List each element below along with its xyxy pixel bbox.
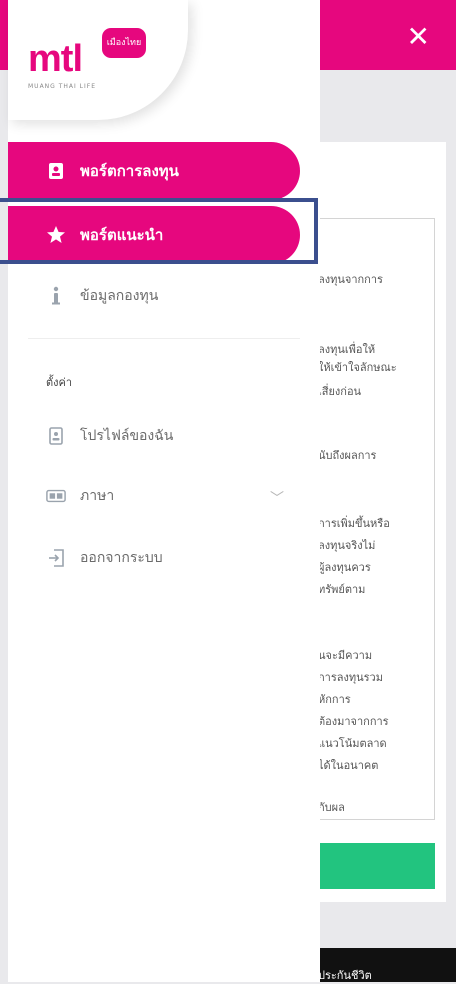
background-text-line: ลงทุนจริงไม่ — [318, 539, 376, 552]
background-text-line: หักการ — [318, 693, 351, 706]
menu-item-investment-port[interactable]: พอร์ตการลงทุน — [8, 142, 300, 200]
close-icon[interactable]: ✕ — [407, 20, 430, 54]
menu-item-label: ออกจากระบบ — [80, 550, 163, 566]
background-text-line: ลงทุนจากการ — [318, 273, 383, 286]
background-text-line: ทรัพย์ตาม — [318, 583, 366, 596]
side-drawer: mtl เมืองไทย MUANG THAI LIFE พอร์ตการลงท… — [8, 0, 320, 982]
menu-item-label: พอร์ตการลงทุน — [80, 162, 179, 180]
background-text-line: การลงทุนรวม — [318, 671, 383, 684]
background-text-line: เสี่ยงก่อน — [318, 385, 362, 398]
background-text-line: นจะมีความ — [318, 649, 373, 662]
background-text-line: การเพิ่มขึ้นหรือ — [318, 517, 390, 530]
brand-tagline: MUANG THAI LIFE — [28, 83, 97, 90]
background-footer-text: ประกันชีวิต — [318, 969, 372, 982]
background-text-line: ผู้ลงทุนควร — [318, 561, 371, 574]
menu-item-label: โปรไฟล์ของฉัน — [80, 428, 174, 444]
profile-icon — [46, 426, 66, 446]
brand-logo: mtl — [28, 38, 83, 80]
background-text-line: ได้ในอนาคต — [318, 759, 379, 772]
chevron-down-icon[interactable]: ﹀ — [270, 488, 284, 508]
menu-item-logout[interactable]: ออกจากระบบ — [8, 538, 300, 578]
logout-icon — [46, 548, 66, 568]
background-text-line: กับผล — [318, 801, 345, 814]
menu-item-my-profile[interactable]: โปรไฟล์ของฉัน — [8, 416, 300, 456]
background-text-line: ลงทุนเพื่อให้ — [318, 343, 376, 356]
info-icon — [46, 286, 66, 306]
background-action-button[interactable] — [300, 843, 435, 889]
logo-bubble: mtl เมืองไทย MUANG THAI LIFE — [8, 0, 188, 120]
menu-item-label: ภาษา — [80, 488, 115, 504]
selection-highlight — [0, 198, 318, 264]
menu-divider — [28, 338, 300, 339]
background-text-line: ต้องมาจากการ — [318, 715, 389, 728]
background-text-line: ให้เข้าใจลักษณะ — [318, 361, 397, 374]
menu-item-language[interactable]: ภาษา ﹀ — [8, 476, 300, 516]
menu-item-fund-info[interactable]: ข้อมูลกองทุน — [8, 276, 300, 316]
portfolio-icon — [46, 161, 66, 181]
background-text-line: นับถึงผลการ — [318, 449, 377, 462]
settings-section-label: ตั้งค่า — [46, 376, 73, 389]
language-icon — [46, 486, 66, 506]
menu-item-label: ข้อมูลกองทุน — [80, 288, 159, 304]
brand-badge: เมืองไทย — [102, 28, 146, 58]
background-text-line: แนวโน้มตลาด — [318, 737, 387, 750]
